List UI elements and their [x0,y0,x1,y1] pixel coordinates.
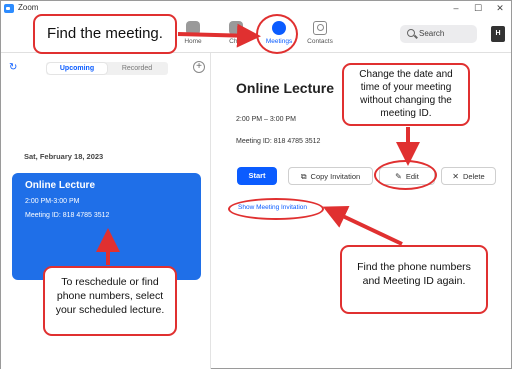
meetings-tab-highlight [256,14,298,54]
arrow-find-meeting [177,23,261,48]
annotation-find-meeting: Find the meeting. [33,14,177,54]
show-invitation-highlight [228,198,324,220]
annotation-change-date: Change the date and time of your meeting… [342,63,470,126]
edit-button-highlight [374,160,437,190]
annotation-reschedule: To reschedule or find phone numbers, sel… [43,266,177,336]
annotation-find-phone: Find the phone numbers and Meeting ID ag… [340,245,488,314]
arrow-find-phone [322,205,403,246]
